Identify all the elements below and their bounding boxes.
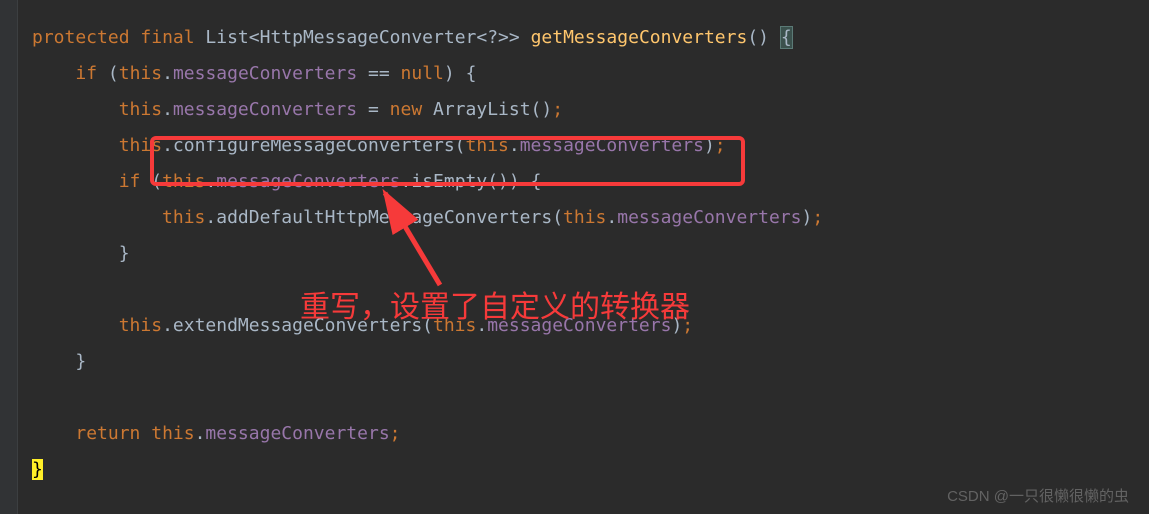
code-line: } <box>32 452 1137 488</box>
code-line <box>32 272 1137 308</box>
code-line: } <box>32 236 1137 272</box>
code-line: if (this.messageConverters == null) { <box>32 56 1137 92</box>
code-line: if (this.messageConverters.isEmpty()) { <box>32 164 1137 200</box>
code-line: return this.messageConverters; <box>32 416 1137 452</box>
code-line <box>32 380 1137 416</box>
gutter <box>0 0 18 514</box>
code-area[interactable]: protected final List<HttpMessageConverte… <box>18 0 1149 514</box>
fold-marker[interactable] <box>0 0 17 36</box>
code-line: } <box>32 344 1137 380</box>
code-line: protected final List<HttpMessageConverte… <box>32 20 1137 56</box>
code-line: this.addDefaultHttpMessageConverters(thi… <box>32 200 1137 236</box>
code-line: this.messageConverters = new ArrayList()… <box>32 92 1137 128</box>
code-line: this.configureMessageConverters(this.mes… <box>32 128 1137 164</box>
watermark: CSDN @一只很懒很懒的虫 <box>947 485 1129 506</box>
code-editor[interactable]: protected final List<HttpMessageConverte… <box>0 0 1149 514</box>
code-line: this.extendMessageConverters(this.messag… <box>32 308 1137 344</box>
